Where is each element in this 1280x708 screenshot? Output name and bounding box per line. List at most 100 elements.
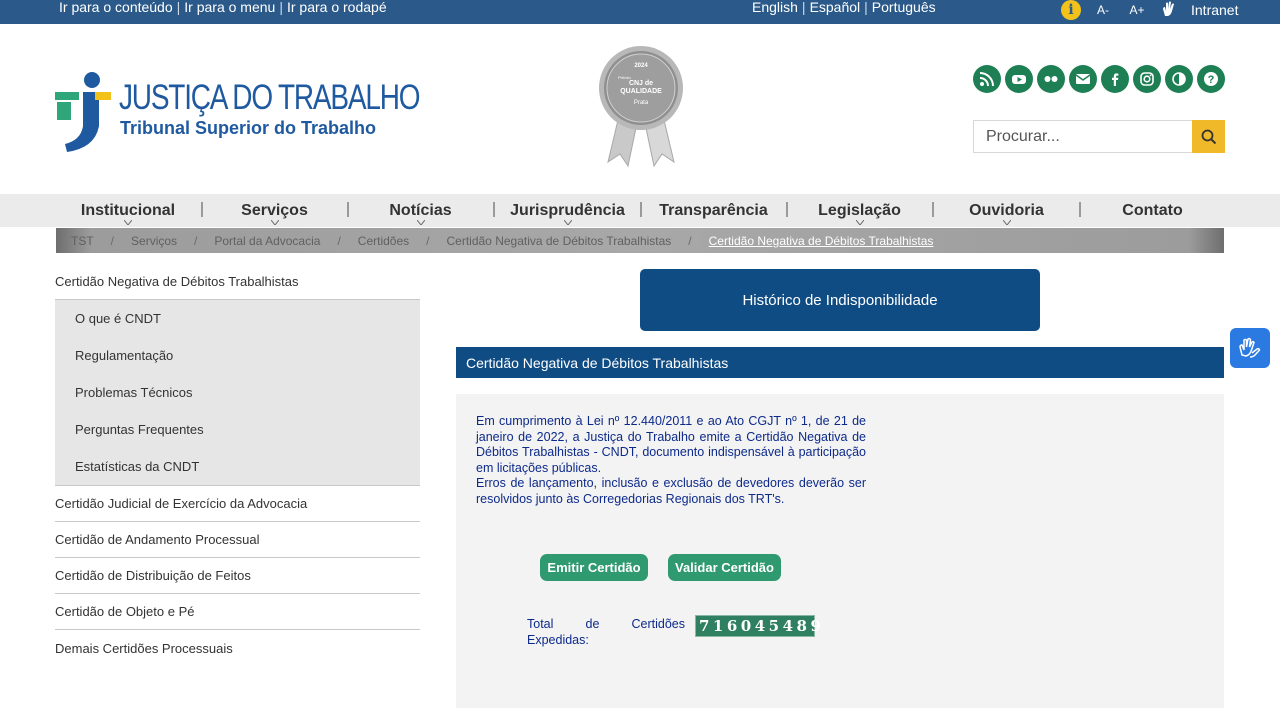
skip-to-footer-link[interactable]: Ir para o rodapé: [287, 0, 387, 15]
separator: |: [801, 0, 806, 15]
language-spanish-link[interactable]: Español: [810, 0, 861, 15]
sign-language-icon[interactable]: [1159, 0, 1179, 22]
seal-year: 2024: [634, 63, 648, 69]
breadcrumb-separator: /: [688, 233, 692, 248]
side-submenu-label: Problemas Técnicos: [75, 385, 193, 400]
validate-certificate-button[interactable]: Validar Certidão: [668, 554, 781, 581]
intro-paragraph: Em cumprimento à Lei nº 12.440/2011 e ao…: [476, 414, 866, 475]
nav-item-transparencia[interactable]: Transparência: [642, 194, 785, 227]
nav-item-jurisprudencia[interactable]: Jurisprudência: [495, 194, 640, 227]
nav-item-label: Notícias: [389, 201, 452, 219]
side-submenu-label: O que é CNDT: [75, 311, 161, 326]
help-icon[interactable]: ?: [1197, 65, 1225, 93]
breadcrumb-item-servicos[interactable]: Serviços: [131, 234, 177, 248]
font-decrease-button[interactable]: A-: [1091, 3, 1115, 17]
nav-item-contato[interactable]: Contato: [1081, 194, 1224, 227]
breadcrumb-item-cndt[interactable]: Certidão Negativa de Débitos Trabalhista…: [447, 234, 672, 248]
quality-seal: 2024 Prêmio CNJ de QUALIDADE Prata: [596, 44, 686, 168]
side-submenu-label: Estatísticas da CNDT: [75, 459, 200, 474]
breadcrumb-separator: /: [194, 233, 198, 248]
language-english-link[interactable]: English: [752, 0, 798, 15]
logo-mark-icon: [55, 72, 111, 152]
intranet-link[interactable]: Intranet: [1191, 2, 1238, 18]
info-icon[interactable]: i: [1061, 0, 1081, 20]
breadcrumb-item-portal-advocacia[interactable]: Portal da Advocacia: [214, 234, 320, 248]
nav-item-label: Serviços: [241, 201, 308, 219]
main-nav: Institucional Serviços Notícias Jurispru…: [0, 194, 1280, 227]
side-menu-item[interactable]: Certidão de Objeto e Pé: [55, 594, 420, 630]
side-submenu-item[interactable]: Problemas Técnicos: [55, 374, 420, 411]
top-bar: Ir para o conteúdo | Ir para o menu | Ir…: [0, 0, 1280, 24]
total-label-line2: Expedidas:: [527, 633, 589, 647]
breadcrumb-separator: /: [426, 233, 430, 248]
search-box: [973, 120, 1225, 153]
total-label: Total de Certidões Expedidas:: [527, 616, 685, 648]
instagram-icon[interactable]: [1133, 65, 1161, 93]
side-menu-item[interactable]: Certidão Judicial de Exercício da Advoca…: [55, 486, 420, 522]
skip-to-content-link[interactable]: Ir para o conteúdo: [59, 0, 173, 15]
social-links: ?: [973, 65, 1225, 93]
side-menu: Certidão Negativa de Débitos Trabalhista…: [55, 263, 420, 666]
side-submenu-item[interactable]: Estatísticas da CNDT: [55, 448, 420, 485]
history-unavailability-button[interactable]: Histórico de Indisponibilidade: [640, 269, 1040, 331]
email-icon[interactable]: [1069, 65, 1097, 93]
separator: |: [176, 0, 181, 15]
facebook-icon[interactable]: [1101, 65, 1129, 93]
accessibility-tools: i A- A+ Intranet: [1061, 0, 1238, 20]
separator: |: [864, 0, 868, 15]
language-portuguese-link[interactable]: Português: [872, 0, 936, 15]
chevron-down-icon: [1002, 220, 1011, 225]
side-menu-item[interactable]: Demais Certidões Processuais: [55, 630, 420, 666]
vlibras-button[interactable]: [1230, 328, 1270, 368]
panel-text: Em cumprimento à Lei nº 12.440/2011 e ao…: [476, 414, 866, 507]
breadcrumb-separator: /: [337, 233, 341, 248]
nav-item-label: Ouvidoria: [969, 201, 1044, 219]
errors-paragraph: Erros de lançamento, inclusão e exclusão…: [476, 476, 866, 506]
side-menu-item[interactable]: Certidão de Distribuição de Feitos: [55, 558, 420, 594]
breadcrumb-item-tst[interactable]: TST: [71, 234, 94, 248]
seal-level: Prata: [633, 100, 649, 106]
total-counter: 716045489: [695, 615, 821, 637]
site-logo[interactable]: JUSTIÇA DO TRABALHO Tribunal Superior do…: [55, 70, 421, 154]
separator: |: [279, 0, 283, 15]
search-icon: [1201, 129, 1216, 144]
chevron-down-icon: [416, 220, 425, 225]
chevron-down-icon: [124, 220, 132, 225]
nav-item-label: Transparência: [659, 201, 768, 219]
skip-to-menu-link[interactable]: Ir para o menu: [184, 0, 275, 15]
nav-item-servicos[interactable]: Serviços: [203, 194, 346, 227]
rss-icon[interactable]: [973, 65, 1001, 93]
flickr-icon[interactable]: [1037, 65, 1065, 93]
nav-item-noticias[interactable]: Notícias: [349, 194, 492, 227]
skip-links: Ir para o conteúdo | Ir para o menu | Ir…: [59, 0, 387, 15]
side-submenu-item[interactable]: O que é CNDT: [55, 300, 420, 337]
side-submenu-label: Perguntas Frequentes: [75, 422, 204, 437]
side-menu-item[interactable]: Certidão de Andamento Processual: [55, 522, 420, 558]
nav-item-institucional[interactable]: Institucional: [55, 194, 201, 227]
sign-language-icon: [1239, 337, 1261, 358]
nav-item-label: Jurisprudência: [510, 201, 625, 219]
search-button[interactable]: [1192, 120, 1225, 153]
language-links: English | Español | Português: [752, 0, 936, 15]
breadcrumb: TST / Serviços / Portal da Advocacia / C…: [56, 228, 1224, 253]
logo-subtitle: Tribunal Superior do Trabalho: [120, 118, 377, 138]
cndt-panel: Em cumprimento à Lei nº 12.440/2011 e ao…: [456, 394, 1224, 708]
contrast-icon[interactable]: [1165, 65, 1193, 93]
youtube-icon[interactable]: [1005, 65, 1033, 93]
chevron-down-icon: [270, 220, 279, 225]
nav-item-label: Contato: [1122, 201, 1183, 219]
nav-item-label: Institucional: [80, 201, 176, 219]
side-menu-item-cndt[interactable]: Certidão Negativa de Débitos Trabalhista…: [55, 263, 420, 300]
side-submenu-item[interactable]: Regulamentação: [55, 337, 420, 374]
side-submenu-item[interactable]: Perguntas Frequentes: [55, 411, 420, 448]
chevron-down-icon: [563, 220, 572, 225]
breadcrumb-item-current[interactable]: Certidão Negativa de Débitos Trabalhista…: [709, 234, 934, 248]
nav-item-ouvidoria[interactable]: Ouvidoria: [934, 194, 1079, 227]
side-submenu: O que é CNDT Regulamentação Problemas Té…: [55, 300, 420, 486]
breadcrumb-item-certidoes[interactable]: Certidões: [358, 234, 409, 248]
nav-item-label: Legislação: [818, 201, 901, 219]
search-input[interactable]: [974, 121, 1193, 152]
nav-item-legislacao[interactable]: Legislação: [788, 194, 931, 227]
font-increase-button[interactable]: A+: [1125, 3, 1149, 17]
emit-certificate-button[interactable]: Emitir Certidão: [540, 554, 648, 581]
